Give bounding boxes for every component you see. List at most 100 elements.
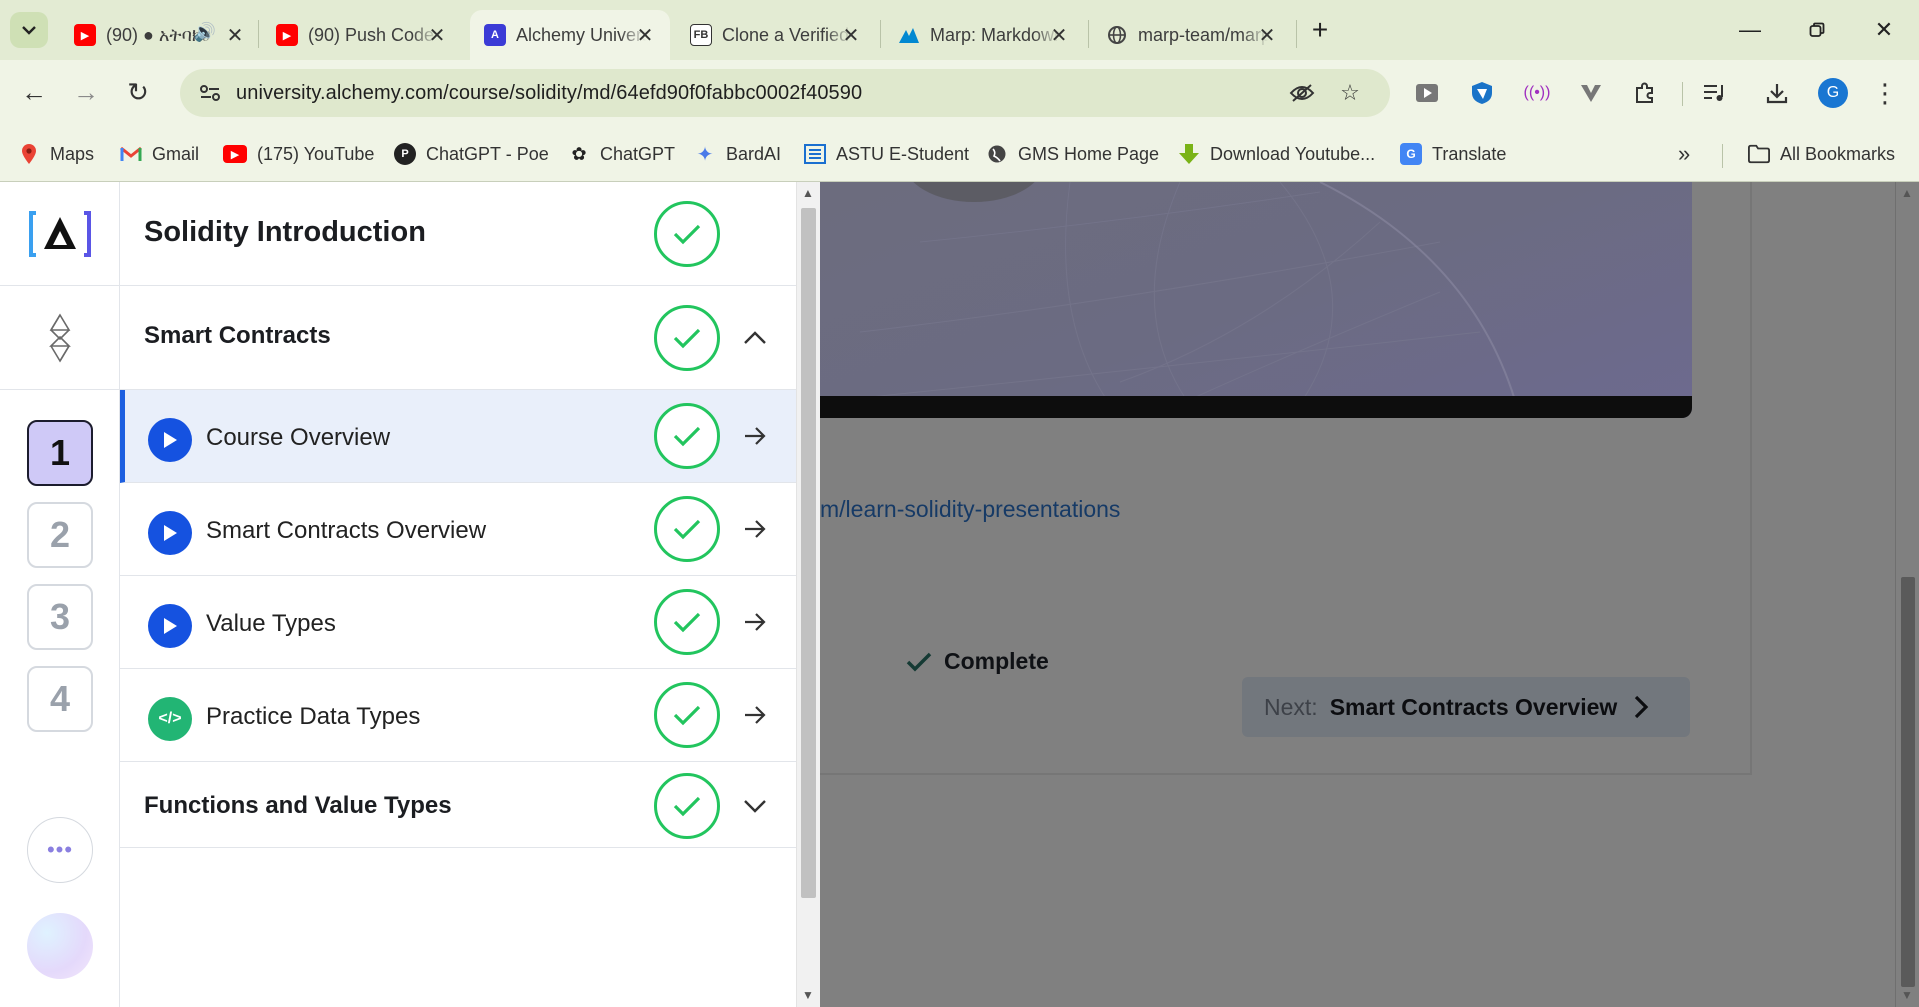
next-lesson-button[interactable]: Next: Smart Contracts Overview <box>1242 677 1690 737</box>
more-button[interactable]: ••• <box>27 817 93 883</box>
fb-icon: FB <box>690 24 712 46</box>
next-lesson-title: Smart Contracts Overview <box>1329 693 1618 720</box>
page-scroll-thumb[interactable] <box>1901 577 1915 987</box>
complete-indicator: Complete <box>906 648 1049 675</box>
speaker-icon[interactable]: 🔊 <box>194 22 216 43</box>
arrow-right-icon[interactable] <box>740 514 770 544</box>
bookmarks-divider <box>1722 144 1723 168</box>
step-4-button[interactable]: 4 <box>27 666 93 732</box>
bookmark-astu[interactable]: ASTU E-Student <box>804 140 969 168</box>
presentation-link[interactable]: m/learn-solidity-presentations <box>820 496 1120 523</box>
chevron-right-icon <box>1635 695 1649 719</box>
back-button[interactable]: ← <box>14 72 54 112</box>
tab-label: marp-team/marp-v <box>1138 24 1268 45</box>
close-icon[interactable]: ✕ <box>1048 23 1070 48</box>
arrow-right-icon[interactable] <box>740 700 770 730</box>
play-icon <box>148 511 192 555</box>
check-icon <box>673 612 701 633</box>
check-icon <box>906 652 932 671</box>
new-tab-button[interactable]: + <box>1300 12 1340 48</box>
tab-youtube-1[interactable]: ▶ (90) ● አትባክሀ 🔊 ✕ <box>60 10 260 60</box>
video-controls-bar[interactable] <box>820 396 1692 418</box>
tab-alchemy-university[interactable]: A Alchemy University ✕ <box>470 10 670 60</box>
restore-button[interactable] <box>1797 12 1837 48</box>
globe-icon <box>1106 24 1128 46</box>
step-1-button[interactable]: 1 <box>27 420 93 486</box>
bookmark-youtube[interactable]: ▶ (175) YouTube <box>223 140 374 168</box>
eye-off-icon[interactable] <box>1288 79 1316 107</box>
site-info-icon[interactable] <box>196 79 224 107</box>
page-scrollbar[interactable]: ▲ ▼ <box>1895 182 1919 1007</box>
play-icon <box>148 418 192 462</box>
profile-avatar[interactable]: G <box>1816 76 1850 110</box>
kebab-menu-icon[interactable]: ⋮ <box>1868 76 1902 110</box>
bookmark-download-youtube[interactable]: Download Youtube... <box>1178 140 1375 168</box>
bookmark-chatgpt-poe[interactable]: P ChatGPT - Poe <box>394 140 549 168</box>
v-extension-icon[interactable] <box>1574 76 1608 110</box>
poe-icon: P <box>394 143 416 165</box>
youtube-icon: ▶ <box>276 24 298 46</box>
video-player[interactable] <box>820 182 1692 418</box>
close-icon[interactable]: ✕ <box>426 23 448 48</box>
lesson-smart-contracts-overview[interactable]: Smart Contracts Overview <box>120 483 796 576</box>
star-icon[interactable]: ☆ <box>1336 79 1364 107</box>
bookmark-gmail[interactable]: Gmail <box>120 140 199 168</box>
solidity-icon[interactable] <box>0 286 120 390</box>
tab-clone-verified[interactable]: FB Clone a Verified Co ✕ <box>676 10 876 60</box>
bookmark-maps[interactable]: Maps <box>18 140 94 168</box>
scroll-down-icon[interactable]: ▼ <box>802 988 814 1002</box>
close-icon[interactable]: ✕ <box>634 23 656 48</box>
bookmark-label: (175) YouTube <box>257 143 375 164</box>
bookmark-chatgpt[interactable]: ✿ ChatGPT <box>568 140 675 168</box>
lesson-value-types[interactable]: Value Types <box>120 576 796 669</box>
step-3-button[interactable]: 3 <box>27 584 93 650</box>
panel-scrollbar[interactable]: ▲ ▼ <box>796 182 820 1007</box>
media-control-icon[interactable] <box>1698 76 1732 110</box>
bookmark-bardai[interactable]: ✦ BardAI <box>694 140 781 168</box>
step-2-button[interactable]: 2 <box>27 502 93 568</box>
reload-button[interactable]: ↻ <box>118 72 158 112</box>
tab-youtube-2[interactable]: ▶ (90) Push Code to ✕ <box>262 10 462 60</box>
play-extension-icon[interactable] <box>1410 76 1444 110</box>
close-window-button[interactable]: ✕ <box>1864 12 1904 48</box>
bard-icon: ✦ <box>696 143 714 166</box>
scroll-up-icon[interactable]: ▲ <box>802 186 814 200</box>
chevron-down-icon[interactable] <box>740 791 770 821</box>
lesson-course-overview[interactable]: Course Overview <box>120 390 796 483</box>
panel-scroll-thumb[interactable] <box>801 208 816 898</box>
address-bar[interactable]: university.alchemy.com/course/solidity/m… <box>180 69 1390 117</box>
scroll-down-icon[interactable]: ▼ <box>1901 988 1913 1002</box>
bookmark-gms[interactable]: GMS Home Page <box>986 140 1159 168</box>
section-header-functions[interactable]: Functions and Value Types <box>120 762 796 848</box>
tab-marp-github[interactable]: marp-team/marp-v ✕ <box>1092 10 1292 60</box>
lesson-label: Value Types <box>206 610 336 637</box>
close-icon[interactable]: ✕ <box>1256 23 1278 48</box>
all-bookmarks[interactable]: All Bookmarks <box>1748 140 1895 168</box>
section-header-smart-contracts[interactable]: Smart Contracts <box>120 286 796 390</box>
tab-label: Marp: Markdown P <box>930 24 1060 45</box>
alchemy-logo[interactable] <box>0 182 120 286</box>
puzzle-extensions-icon[interactable] <box>1628 76 1662 110</box>
lesson-complete-check <box>654 403 720 469</box>
chevron-up-icon[interactable] <box>740 323 770 353</box>
shield-extension-icon[interactable] <box>1465 76 1499 110</box>
arrow-right-icon[interactable] <box>740 607 770 637</box>
close-icon[interactable]: ✕ <box>840 23 862 48</box>
user-avatar[interactable] <box>27 913 93 979</box>
section-complete-check <box>654 305 720 371</box>
tab-search-button[interactable] <box>10 12 48 48</box>
bookmark-translate[interactable]: G Translate <box>1400 140 1506 168</box>
arrow-right-icon[interactable] <box>740 421 770 451</box>
forward-button[interactable]: → <box>66 72 106 112</box>
broadcast-extension-icon[interactable]: ((•)) <box>1520 76 1554 110</box>
folder-icon <box>1748 143 1770 165</box>
minimize-button[interactable]: — <box>1730 12 1770 48</box>
bookmarks-overflow-button[interactable]: » <box>1678 140 1690 168</box>
youtube-icon: ▶ <box>223 145 247 163</box>
lesson-practice-data-types[interactable]: </> Practice Data Types <box>120 669 796 762</box>
scroll-up-icon[interactable]: ▲ <box>1901 186 1913 200</box>
close-icon[interactable]: ✕ <box>224 23 246 48</box>
download-icon[interactable] <box>1760 76 1794 110</box>
bookmark-label: ChatGPT - Poe <box>426 143 549 164</box>
tab-marp[interactable]: Marp: Markdown P ✕ <box>884 10 1084 60</box>
